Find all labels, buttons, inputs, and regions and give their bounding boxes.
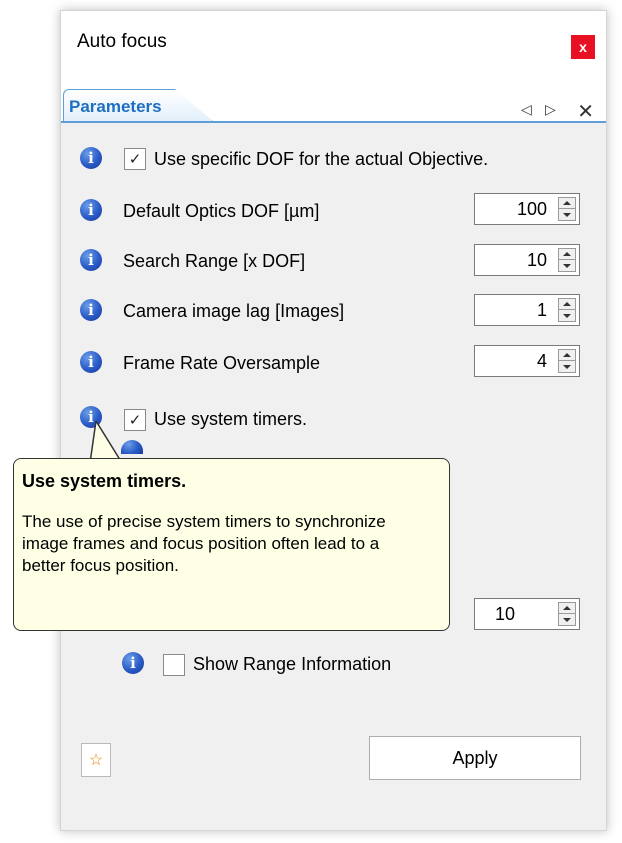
apply-button[interactable]: Apply xyxy=(369,736,581,780)
spin-buttons xyxy=(558,197,576,221)
spin-up-button[interactable] xyxy=(559,603,575,614)
use-specific-dof-checkbox[interactable]: ✓ xyxy=(124,148,146,170)
tab-scroll-right-icon[interactable]: ▷ xyxy=(545,101,556,118)
info-icon[interactable]: i xyxy=(80,147,102,169)
hidden-param-stepper[interactable]: 10 xyxy=(474,598,580,630)
chevron-up-icon xyxy=(563,201,571,205)
use-specific-dof-label: Use specific DOF for the actual Objectiv… xyxy=(154,149,489,169)
spin-down-button[interactable] xyxy=(559,209,575,220)
chevron-up-icon xyxy=(563,606,571,610)
favorite-button[interactable]: ☆ xyxy=(81,743,111,777)
info-icon[interactable]: i xyxy=(80,249,102,271)
spin-down-button[interactable] xyxy=(559,260,575,271)
frame-rate-oversample-stepper[interactable]: 4 xyxy=(474,345,580,377)
chevron-down-icon xyxy=(563,617,571,622)
camera-image-lag-value[interactable]: 1 xyxy=(475,300,547,321)
camera-image-lag-label: Camera image lag [Images] xyxy=(123,301,345,321)
tab-bar: Parameters ◁ ▷ ✕ xyxy=(61,73,606,123)
hidden-param-value[interactable]: 10 xyxy=(475,604,515,625)
spin-up-button[interactable] xyxy=(559,198,575,209)
chevron-up-icon xyxy=(563,252,571,256)
tab-parameters-label[interactable]: Parameters xyxy=(69,97,162,117)
frame-rate-oversample-label: Frame Rate Oversample xyxy=(123,353,321,373)
info-icon[interactable]: i xyxy=(80,299,102,321)
search-range-label: Search Range [x DOF] xyxy=(123,251,306,271)
close-button[interactable]: x xyxy=(571,35,595,59)
tab-close-icon[interactable]: ✕ xyxy=(577,99,594,124)
spin-up-button[interactable] xyxy=(559,299,575,310)
star-icon: ☆ xyxy=(88,752,104,769)
tab-scroll-left-icon[interactable]: ◁ xyxy=(521,101,532,118)
spin-down-button[interactable] xyxy=(559,361,575,372)
default-optics-dof-stepper[interactable]: 100 xyxy=(474,193,580,225)
spin-up-button[interactable] xyxy=(559,350,575,361)
spin-down-button[interactable] xyxy=(559,310,575,321)
spin-buttons xyxy=(558,349,576,373)
show-range-information-checkbox[interactable] xyxy=(163,654,185,676)
info-icon[interactable]: i xyxy=(122,652,144,674)
title-bar: Auto focus x xyxy=(61,11,606,73)
chevron-up-icon xyxy=(563,302,571,306)
spin-buttons xyxy=(558,298,576,322)
tooltip: Use system timers. The use of precise sy… xyxy=(13,458,450,631)
info-icon[interactable]: i xyxy=(80,199,102,221)
tooltip-title: Use system timers. xyxy=(22,471,187,491)
chevron-down-icon xyxy=(563,263,571,268)
use-system-timers-label: Use system timers. xyxy=(154,409,308,429)
info-icon[interactable]: i xyxy=(80,351,102,373)
spin-buttons xyxy=(558,602,576,626)
spin-up-button[interactable] xyxy=(559,249,575,260)
window-title: Auto focus xyxy=(77,31,167,52)
show-range-information-label: Show Range Information xyxy=(193,654,392,674)
tooltip-pointer xyxy=(89,421,125,463)
search-range-value[interactable]: 10 xyxy=(475,250,547,271)
chevron-down-icon xyxy=(563,364,571,369)
chevron-down-icon xyxy=(563,212,571,217)
default-optics-dof-value[interactable]: 100 xyxy=(475,199,547,220)
chevron-up-icon xyxy=(563,353,571,357)
spin-down-button[interactable] xyxy=(559,614,575,625)
chevron-down-icon xyxy=(563,313,571,318)
default-optics-dof-label: Default Optics DOF [µm] xyxy=(123,201,320,221)
camera-image-lag-stepper[interactable]: 1 xyxy=(474,294,580,326)
spin-buttons xyxy=(558,248,576,272)
frame-rate-oversample-value[interactable]: 4 xyxy=(475,351,547,372)
tooltip-body: The use of precise system timers to sync… xyxy=(22,512,386,575)
search-range-stepper[interactable]: 10 xyxy=(474,244,580,276)
